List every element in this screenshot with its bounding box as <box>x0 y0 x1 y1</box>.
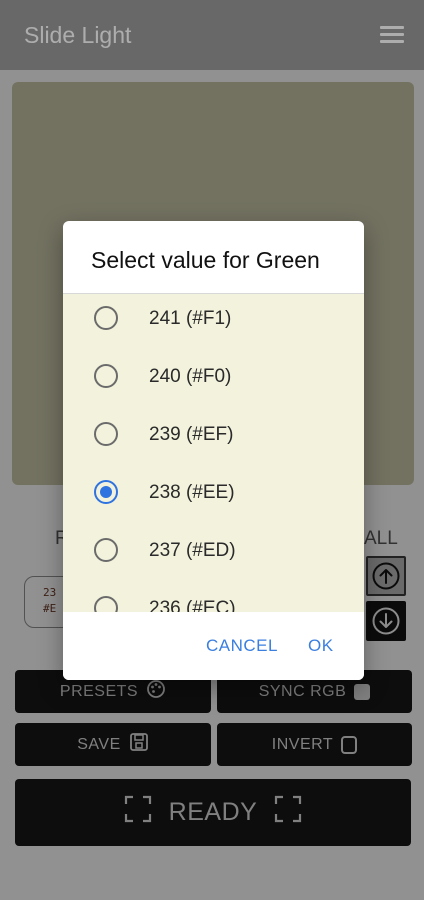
option-item[interactable]: 238 (#EE) <box>63 463 364 521</box>
radio-button-selected[interactable] <box>94 480 118 504</box>
cancel-button[interactable]: CANCEL <box>206 636 278 656</box>
option-item[interactable]: 240 (#F0) <box>63 347 364 405</box>
option-item[interactable]: 239 (#EF) <box>63 405 364 463</box>
option-label: 239 (#EF) <box>149 424 234 445</box>
select-value-dialog: Select value for Green 241 (#F1) 240 (#F… <box>63 221 364 680</box>
ok-button[interactable]: OK <box>308 636 334 656</box>
radio-button[interactable] <box>94 306 118 330</box>
radio-button[interactable] <box>94 538 118 562</box>
option-label: 236 (#EC) <box>149 598 236 612</box>
option-item[interactable]: 241 (#F1) <box>63 294 364 347</box>
radio-button[interactable] <box>94 422 118 446</box>
radio-button[interactable] <box>94 364 118 388</box>
radio-button[interactable] <box>94 596 118 612</box>
option-item[interactable]: 236 (#EC) <box>63 579 364 612</box>
option-label: 237 (#ED) <box>149 540 236 561</box>
option-item[interactable]: 237 (#ED) <box>63 521 364 579</box>
option-label: 238 (#EE) <box>149 482 235 503</box>
dialog-actions: CANCEL OK <box>63 612 364 680</box>
option-list[interactable]: 241 (#F1) 240 (#F0) 239 (#EF) 238 (#EE) … <box>63 294 364 612</box>
dialog-title: Select value for Green <box>91 247 320 273</box>
option-label: 241 (#F1) <box>149 308 232 329</box>
option-label: 240 (#F0) <box>149 366 232 387</box>
